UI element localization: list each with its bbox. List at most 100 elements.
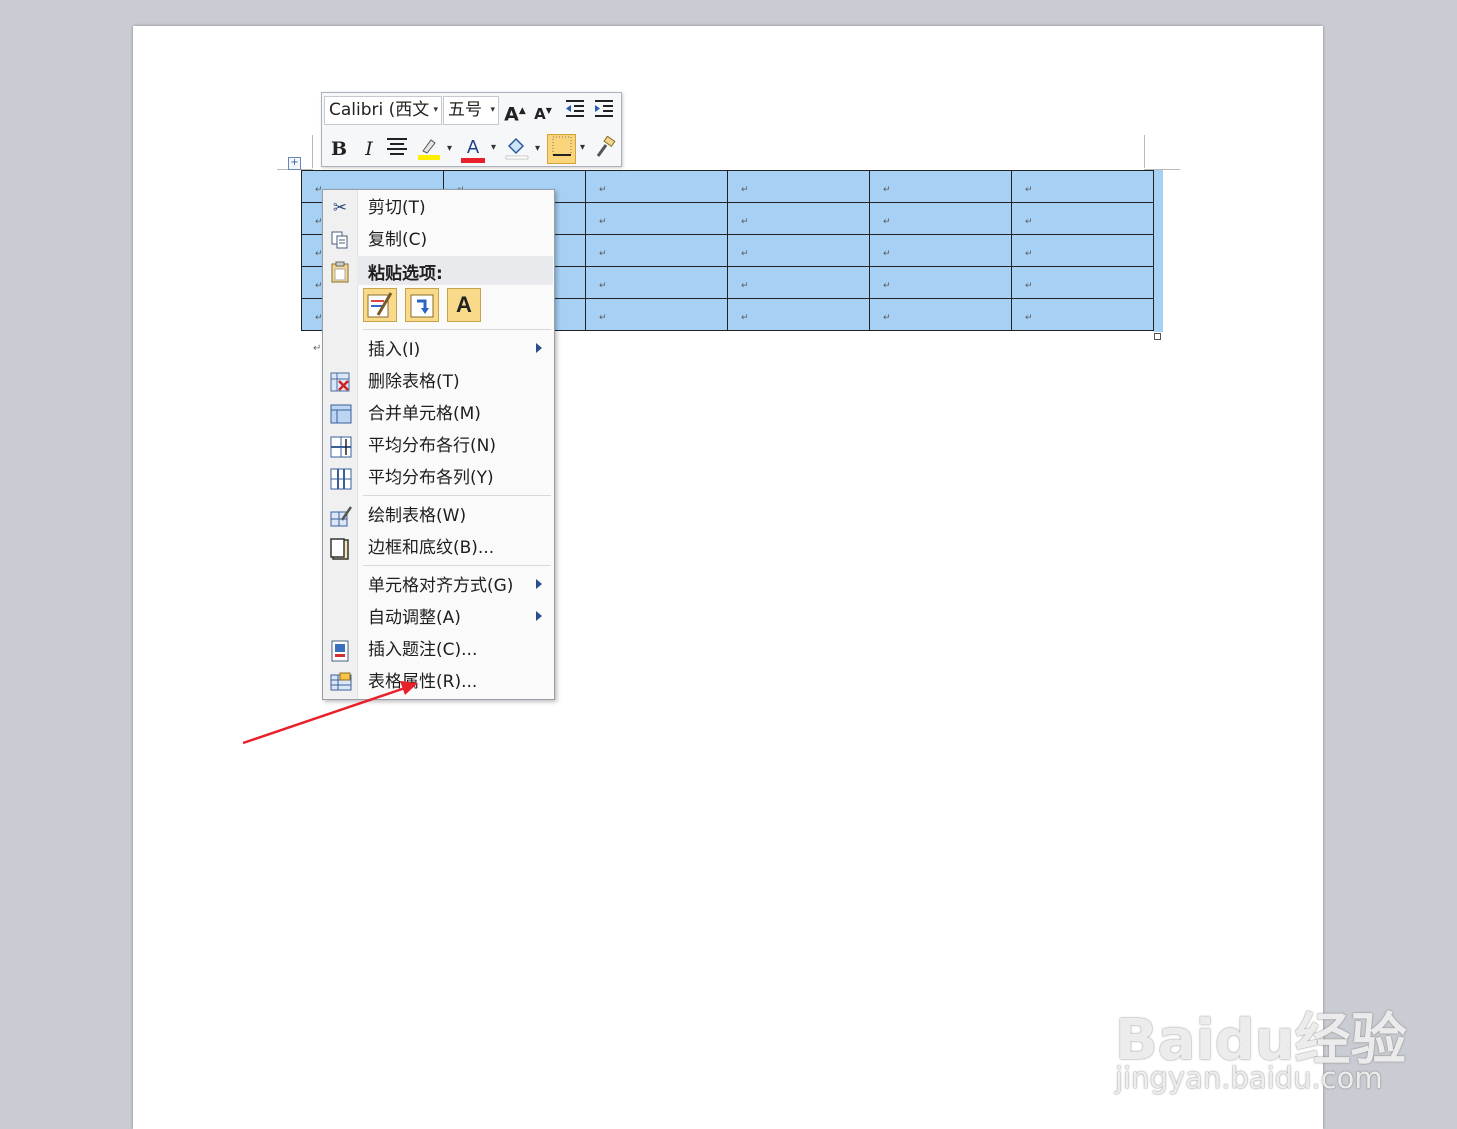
table-resize-handle[interactable] — [1154, 333, 1161, 340]
menu-item-insert-caption[interactable]: 插入题注(C)... — [323, 635, 554, 665]
menu-item-table-properties[interactable]: 表格属性(R)... — [323, 667, 554, 697]
cell-end-mark: ↵ — [741, 217, 749, 227]
submenu-arrow-icon — [536, 611, 542, 621]
font-size-combo[interactable]: 五号 ▾ — [443, 96, 499, 125]
bold-icon: B — [330, 138, 348, 160]
context-menu: ✂ 剪切(T) 复制(C) 粘贴选项: A 插入(I) 删除表格(T) 合并单元… — [322, 189, 555, 700]
grow-font-button[interactable]: A▲ — [502, 98, 528, 126]
insert-caption-icon — [330, 640, 350, 662]
increase-indent-button[interactable] — [591, 98, 617, 124]
table-cell[interactable]: ↵ — [585, 202, 728, 235]
font-name-combo[interactable]: Calibri (西文 ▾ — [324, 96, 442, 125]
decrease-indent-button[interactable] — [562, 98, 588, 124]
cell-end-mark: ↵ — [883, 217, 891, 227]
table-cell[interactable]: ↵ — [869, 170, 1012, 203]
table-cell[interactable]: ↵ — [1011, 234, 1154, 267]
submenu-arrow-icon — [536, 579, 542, 589]
watermark-url: jingyan.baidu.com — [1115, 1061, 1383, 1095]
menu-item-cut-label: 剪切(T) — [368, 198, 426, 218]
table-cell[interactable]: ↵ — [1011, 298, 1154, 331]
cell-end-mark: ↵ — [741, 249, 749, 259]
menu-item-distribute-rows[interactable]: 平均分布各行(N) — [323, 431, 554, 461]
paragraph-mark: ↵ — [313, 343, 322, 354]
menu-item-cut[interactable]: ✂ 剪切(T) — [323, 193, 554, 223]
shading-color-button[interactable] — [504, 136, 540, 162]
chevron-down-icon: ▾ — [433, 105, 438, 115]
font-color-icon: A — [466, 137, 480, 158]
center-align-button[interactable] — [384, 136, 410, 162]
table-move-handle[interactable]: + — [288, 157, 301, 170]
format-painter-button[interactable] — [592, 135, 618, 162]
font-size-value: 五号 — [448, 100, 482, 120]
table-cell[interactable]: ↵ — [727, 298, 870, 331]
format-painter-icon — [596, 135, 616, 157]
decrease-indent-icon — [566, 100, 584, 117]
menu-separator — [363, 329, 551, 330]
font-color-button[interactable]: A — [460, 135, 496, 163]
scissors-icon: ✂ — [332, 198, 348, 218]
italic-button[interactable]: I — [356, 136, 382, 162]
table-cell[interactable]: ↵ — [869, 234, 1012, 267]
distribute-columns-icon — [330, 468, 352, 490]
table-cell[interactable]: ↵ — [1011, 170, 1154, 203]
table-cell[interactable]: ↵ — [585, 266, 728, 299]
cell-end-mark: ↵ — [741, 313, 749, 323]
draw-table-icon — [330, 506, 353, 527]
table-cell[interactable]: ↵ — [727, 266, 870, 299]
cell-end-mark: ↵ — [599, 249, 607, 259]
italic-icon: I — [365, 138, 373, 160]
cell-end-mark: ↵ — [599, 217, 607, 227]
table-cell[interactable]: ↵ — [585, 170, 728, 203]
menu-item-draw-table[interactable]: 绘制表格(W) — [323, 501, 554, 531]
increase-indent-icon — [595, 100, 613, 117]
menu-item-draw-table-label: 绘制表格(W) — [368, 506, 467, 526]
paste-merge-format-icon — [410, 294, 434, 318]
menu-item-merge-cells[interactable]: 合并单元格(M) — [323, 399, 554, 429]
menu-item-distribute-rows-label: 平均分布各行(N) — [368, 436, 496, 456]
bold-button[interactable]: B — [326, 136, 352, 162]
menu-item-autofit[interactable]: 自动调整(A) — [323, 603, 554, 633]
menu-item-cell-alignment[interactable]: 单元格对齐方式(G) — [323, 571, 554, 601]
table-cell[interactable]: ↵ — [585, 234, 728, 267]
mini-toolbar: Calibri (西文 ▾ 五号 ▾ A▲ A▼ B I ▾ A ▾ ▾ ▾ — [321, 92, 622, 167]
paste-keep-format-button[interactable] — [363, 288, 397, 322]
menu-item-delete-table[interactable]: 删除表格(T) — [323, 367, 554, 397]
row-end-selection — [1154, 170, 1163, 332]
table-cell[interactable]: ↵ — [869, 298, 1012, 331]
borders-icon — [552, 136, 571, 156]
table-cell[interactable]: ↵ — [869, 266, 1012, 299]
paste-merge-format-button[interactable] — [405, 288, 439, 322]
menu-item-cell-alignment-label: 单元格对齐方式(G) — [368, 576, 514, 596]
menu-item-copy[interactable]: 复制(C) — [323, 225, 554, 255]
paste-options-label: 粘贴选项: — [368, 264, 443, 284]
table-cell[interactable]: ↵ — [727, 170, 870, 203]
table-cell[interactable]: ↵ — [727, 202, 870, 235]
menu-item-autofit-label: 自动调整(A) — [368, 608, 461, 628]
highlight-color-button[interactable] — [416, 136, 452, 162]
cell-end-mark: ↵ — [599, 313, 607, 323]
font-name-value: Calibri (西文 — [329, 100, 430, 120]
cell-end-mark: ↵ — [1025, 217, 1033, 227]
cell-end-mark: ↵ — [1025, 313, 1033, 323]
menu-separator — [363, 495, 551, 496]
borders-button[interactable] — [547, 134, 585, 164]
cell-end-mark: ↵ — [599, 185, 607, 195]
cell-end-mark: ↵ — [883, 313, 891, 323]
menu-item-borders-shading[interactable]: 边框和底纹(B)... — [323, 533, 554, 563]
table-cell[interactable]: ↵ — [727, 234, 870, 267]
table-cell[interactable]: ↵ — [1011, 202, 1154, 235]
table-cell[interactable]: ↵ — [869, 202, 1012, 235]
menu-item-delete-table-label: 删除表格(T) — [368, 372, 460, 392]
borders-shading-icon — [330, 538, 350, 560]
table-cell[interactable]: ↵ — [1011, 266, 1154, 299]
table-cell[interactable]: ↵ — [585, 298, 728, 331]
menu-item-copy-label: 复制(C) — [368, 230, 428, 250]
paste-options-header: 粘贴选项: — [357, 256, 553, 285]
copy-icon — [330, 230, 350, 250]
shrink-font-button[interactable]: A▼ — [530, 98, 556, 124]
paste-text-only-button[interactable]: A — [447, 288, 481, 322]
align-center-icon — [387, 138, 407, 155]
menu-item-distribute-columns[interactable]: 平均分布各列(Y) — [323, 463, 554, 493]
grow-font-icon: A — [504, 103, 519, 126]
menu-item-insert[interactable]: 插入(I) — [323, 335, 554, 365]
